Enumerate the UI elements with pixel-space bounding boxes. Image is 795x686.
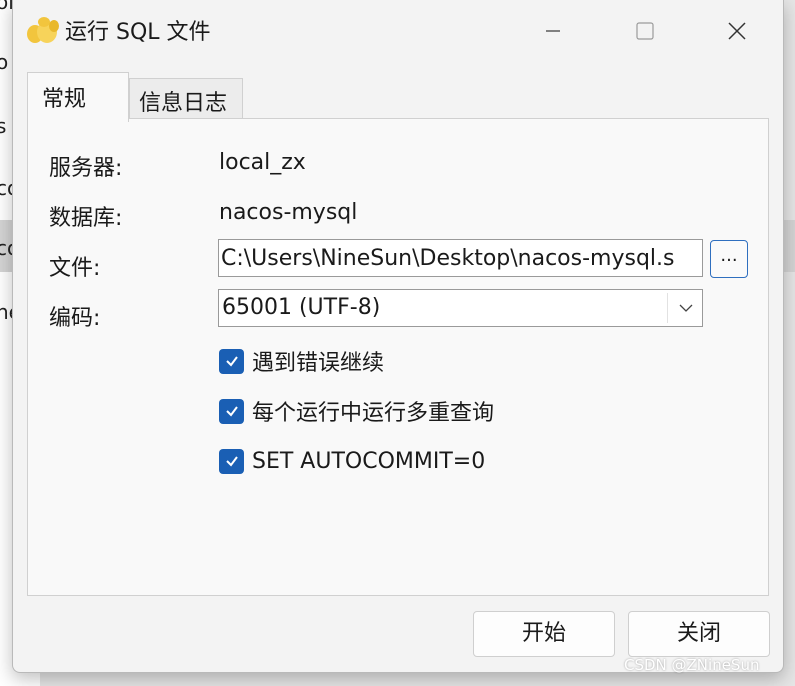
window-title: 运行 SQL 文件	[65, 20, 211, 45]
file-label: 文件:	[49, 256, 101, 281]
background-row-text: o	[0, 50, 9, 74]
close-window-button[interactable]	[691, 0, 783, 62]
minimize-button[interactable]	[507, 0, 599, 62]
watermark: CSDN @ZNineSun	[624, 656, 760, 674]
run-sql-file-dialog: 运行 SQL 文件 信息日志 常规 服务器: local_zx 数据库: nac…	[12, 0, 784, 673]
checkmark-icon	[225, 406, 238, 417]
browse-file-button[interactable]: ...	[710, 240, 748, 278]
start-button[interactable]: 开始	[473, 611, 615, 657]
option-label: SET AUTOCOMMIT=0	[252, 448, 486, 474]
checkmark-icon	[225, 456, 238, 467]
option-continue-on-error[interactable]: 遇到错误继续	[219, 347, 385, 376]
tab-message-log[interactable]: 信息日志	[129, 78, 243, 118]
encoding-label: 编码:	[49, 306, 101, 331]
close-icon	[728, 22, 746, 40]
maximize-button[interactable]	[599, 0, 691, 62]
tab-label: 常规	[42, 87, 87, 112]
server-label: 服务器:	[49, 156, 123, 181]
option-set-autocommit[interactable]: SET AUTOCOMMIT=0	[219, 447, 485, 475]
server-value: local_zx	[219, 150, 306, 175]
encoding-selected-value: 65001 (UTF-8)	[222, 295, 381, 320]
navicat-icon	[27, 17, 59, 43]
checkmark-icon	[225, 356, 238, 367]
close-button[interactable]: 关闭	[628, 611, 770, 657]
select-divider	[667, 293, 668, 323]
database-value: nacos-mysql	[219, 200, 358, 225]
tab-general[interactable]: 常规	[27, 72, 129, 122]
continue-on-error-checkbox[interactable]	[219, 348, 244, 374]
database-label: 数据库:	[49, 206, 123, 231]
option-multiple-queries[interactable]: 每个运行中运行多重查询	[219, 397, 495, 426]
title-bar[interactable]: 运行 SQL 文件	[13, 0, 783, 62]
background-row-text: s	[0, 114, 7, 138]
general-panel	[27, 118, 769, 596]
tab-label: 信息日志	[139, 91, 228, 116]
set-autocommit-checkbox[interactable]	[219, 448, 244, 474]
option-label: 每个运行中运行多重查询	[252, 401, 495, 426]
file-path-input[interactable]	[218, 239, 703, 277]
option-label: 遇到错误继续	[252, 351, 385, 376]
encoding-select[interactable]: 65001 (UTF-8)	[218, 289, 703, 327]
maximize-icon	[636, 22, 654, 40]
chevron-down-icon	[679, 304, 693, 312]
multiple-queries-checkbox[interactable]	[219, 398, 244, 424]
minimize-icon	[546, 30, 560, 32]
